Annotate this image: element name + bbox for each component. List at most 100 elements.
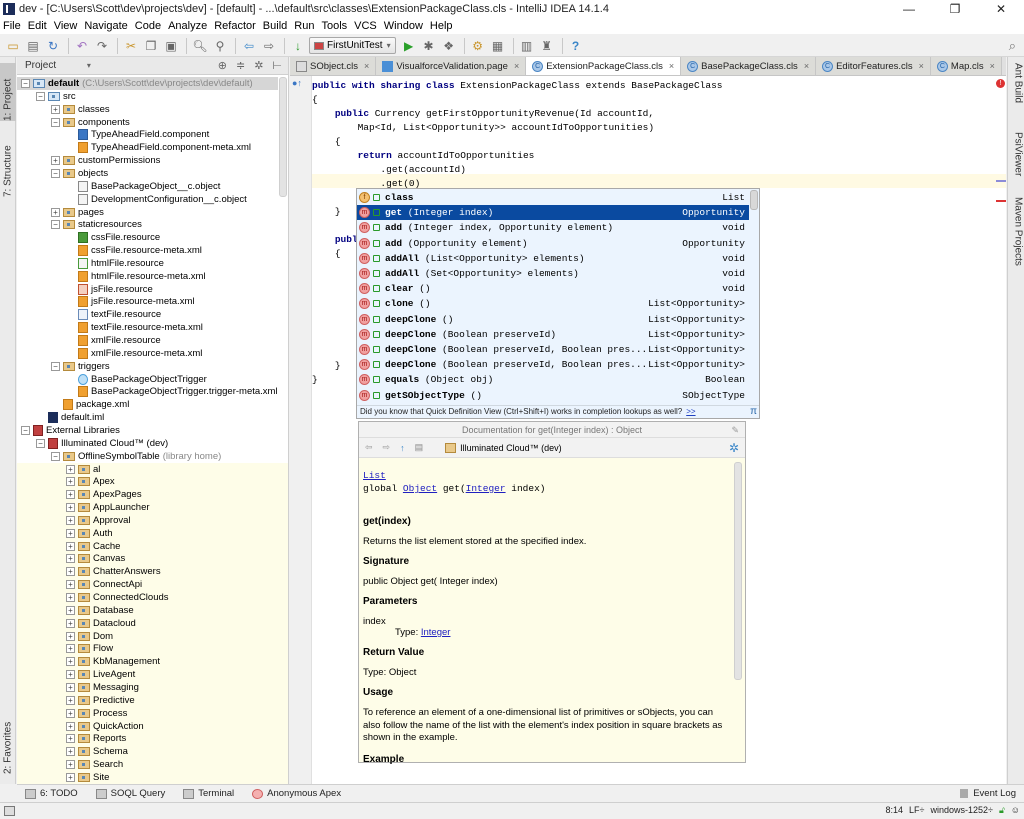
menu-help[interactable]: Help (430, 20, 453, 32)
tree-item[interactable]: xmlFile.resource (66, 334, 161, 347)
android-icon[interactable]: ♜ (538, 37, 556, 55)
tree-item[interactable]: − triggers (51, 360, 110, 373)
completion-item[interactable]: m add (Opportunity element) Opportunity (357, 236, 749, 251)
menu-refactor[interactable]: Refactor (214, 20, 256, 32)
open-folder-icon[interactable]: ▭ (4, 37, 22, 55)
warning-stripe[interactable] (996, 180, 1006, 182)
tree-item[interactable]: + customPermissions (51, 154, 160, 167)
edit-source-icon[interactable]: ▤ (415, 442, 424, 453)
editor-tab[interactable]: C ExtensionPackageClass.cls × (526, 57, 682, 75)
back-icon[interactable]: ⇦ (365, 442, 373, 453)
completion-item[interactable]: m deepClone (Boolean preserveId) List<Oppo… (357, 327, 749, 342)
tree-item[interactable]: − staticresources (51, 218, 142, 231)
tree-item[interactable]: textFile.resource-meta.xml (66, 321, 203, 334)
error-stripe[interactable] (996, 200, 1006, 202)
find-icon[interactable]: 🔍︎ (191, 37, 209, 55)
tab-maven-projects[interactable]: Maven Projects (1010, 197, 1024, 277)
menu-vcs[interactable]: VCS (354, 20, 377, 32)
expand-icon[interactable]: + (66, 631, 75, 641)
expand-icon[interactable]: + (66, 772, 75, 782)
completion-item[interactable]: m getSObjectType () SObjectType (357, 388, 749, 403)
sdk-icon[interactable]: ▥ (518, 37, 536, 55)
editor-tab[interactable]: SObject.cls × (290, 57, 377, 75)
close-tab-icon[interactable]: × (669, 61, 674, 71)
expand-icon[interactable]: + (66, 695, 75, 705)
tree-item[interactable]: + Database (66, 604, 134, 617)
tree-item[interactable]: + Apex (66, 475, 115, 488)
editor-tab[interactable]: VisualforceValidation.page × (376, 57, 527, 75)
menu-code[interactable]: Code (135, 20, 161, 32)
tree-item[interactable]: package.xml (51, 398, 129, 411)
tree-item[interactable]: TypeAheadField.component-meta.xml (66, 141, 251, 154)
pin-icon[interactable]: ✎ (731, 422, 739, 438)
tab-favorites[interactable]: 2: Favorites (0, 712, 16, 774)
tool-button-anonymous-apex[interactable]: Anonymous Apex (252, 788, 341, 799)
editor-tab[interactable]: C BasePackageClass.cls × (681, 57, 817, 75)
tab-ant-build[interactable]: Ant Build (1010, 63, 1024, 123)
tree-item[interactable]: + classes (51, 103, 110, 116)
tab-psiviewer[interactable]: PsiViewer (1010, 132, 1024, 192)
tree-scrollbar[interactable] (279, 77, 287, 197)
completion-item[interactable]: m equals (Object obj) Boolean (357, 372, 749, 387)
documentation-scrollbar[interactable] (734, 462, 742, 680)
expand-icon[interactable]: + (66, 541, 75, 551)
replace-icon[interactable]: ⚲ (211, 37, 229, 55)
file-encoding[interactable]: windows-1252÷ (930, 805, 992, 816)
back-icon[interactable]: ⇦ (240, 37, 258, 55)
close-button[interactable]: ✕ (978, 0, 1024, 18)
expand-icon[interactable]: + (66, 503, 75, 513)
menu-tools[interactable]: Tools (321, 20, 347, 32)
menu-build[interactable]: Build (263, 20, 287, 32)
gear-icon[interactable]: ✲ (729, 441, 739, 455)
undo-icon[interactable]: ↶ (73, 37, 91, 55)
run-icon[interactable]: ▶ (400, 37, 418, 55)
expand-icon[interactable]: + (51, 156, 60, 166)
tree-item[interactable]: BasePackageObjectTrigger (66, 373, 207, 386)
tree-item[interactable]: + Flow (66, 642, 113, 655)
expand-icon[interactable]: + (51, 104, 60, 114)
tree-item[interactable]: − components (51, 116, 130, 129)
expand-icon[interactable]: + (66, 593, 75, 602)
save-icon[interactable]: ▤ (24, 37, 42, 55)
collapse-icon[interactable]: − (51, 361, 60, 371)
caret-position[interactable]: 8:14 (885, 805, 903, 816)
make-icon[interactable]: ↓ (289, 37, 307, 55)
close-tab-icon[interactable]: × (514, 61, 519, 71)
expand-icon[interactable]: + (66, 490, 75, 500)
editor-tab[interactable]: C Map.cls × (930, 57, 1002, 75)
tree-item[interactable]: − src (36, 90, 76, 103)
expand-icon[interactable]: + (66, 644, 75, 654)
completion-item[interactable]: m deepClone (Boolean preserveId, Boolean … (357, 342, 749, 357)
completion-item[interactable]: m clear () void (357, 281, 749, 296)
tree-item[interactable]: textFile.resource (66, 308, 161, 321)
integer-type-link[interactable]: Integer (466, 483, 506, 494)
tree-item[interactable]: + LiveAgent (66, 668, 135, 681)
pi-icon[interactable]: π (750, 406, 757, 418)
tree-item[interactable]: DevelopmentConfiguration__c.object (66, 193, 247, 206)
expand-icon[interactable]: + (66, 528, 75, 538)
expand-icon[interactable]: + (66, 515, 75, 525)
collapse-icon[interactable]: − (36, 438, 45, 448)
expand-icon[interactable]: + (66, 477, 75, 487)
collapse-icon[interactable]: − (51, 168, 60, 178)
expand-icon[interactable]: + (66, 721, 75, 731)
tree-item[interactable]: + Schema (66, 745, 128, 758)
tree-item[interactable]: cssFile.resource-meta.xml (66, 244, 202, 257)
maximize-button[interactable]: ❐ (932, 0, 978, 18)
completion-item[interactable]: m add (Integer index, Opportunity element… (357, 220, 749, 235)
expand-icon[interactable]: + (51, 207, 60, 217)
expand-icon[interactable]: + (66, 734, 75, 744)
tree-item[interactable]: + Auth (66, 527, 113, 540)
param-type-link[interactable]: Integer (421, 627, 451, 638)
override-marker-icon[interactable]: ●↑ (292, 78, 302, 88)
tree-item[interactable]: + QuickAction (66, 720, 144, 733)
sync-icon[interactable]: ↻ (44, 37, 62, 55)
expand-icon[interactable]: + (66, 760, 75, 770)
error-indicator-icon[interactable]: ! (996, 79, 1005, 88)
inspector-icon[interactable]: ☺ (1011, 805, 1020, 816)
hint-more-link[interactable]: >> (686, 407, 695, 416)
class-link[interactable]: List (363, 470, 386, 481)
expand-icon[interactable]: + (66, 580, 75, 590)
tool-button-terminal[interactable]: Terminal (183, 788, 234, 799)
menu-view[interactable]: View (54, 20, 78, 32)
